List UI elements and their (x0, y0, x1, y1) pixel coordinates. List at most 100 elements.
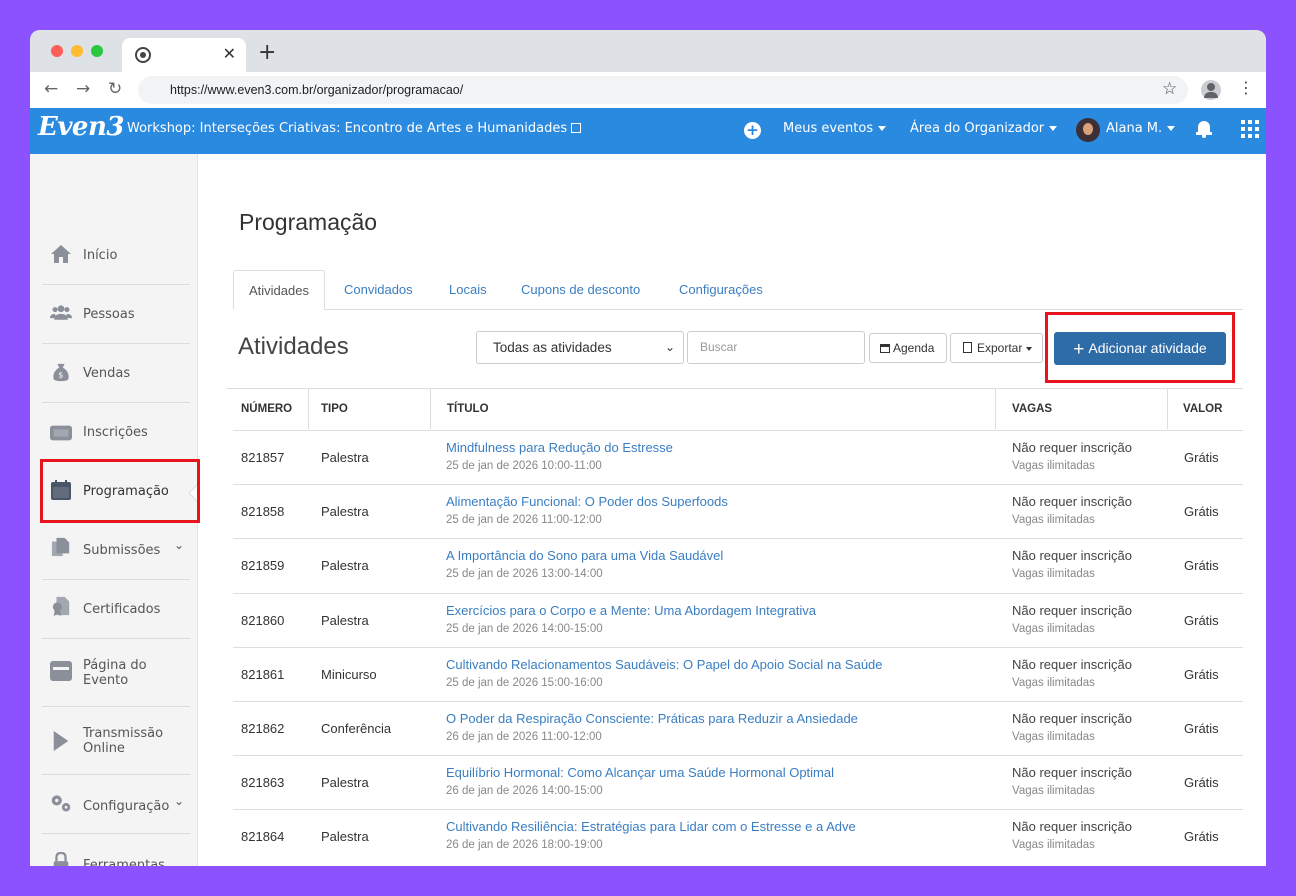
chevron-down-icon[interactable]: ⌄ (174, 538, 184, 552)
money-bag-icon: $ (53, 363, 69, 382)
reload-icon[interactable]: ↻ (108, 79, 122, 99)
exportar-button[interactable]: Exportar (950, 333, 1043, 363)
cell-date: 25 de jan de 2026 10:00-11:00 (446, 460, 602, 472)
bookmark-star-icon[interactable]: ☆ (1162, 79, 1177, 99)
new-tab-icon[interactable]: + (258, 40, 276, 65)
cell-numero: 821857 (241, 450, 285, 465)
cell-tipo: Conferência (321, 721, 392, 736)
close-window-dot[interactable] (51, 45, 63, 57)
browser-tab[interactable]: ✕ (122, 38, 246, 72)
play-icon (53, 731, 69, 751)
search-input[interactable]: Buscar (687, 331, 865, 364)
table-row[interactable]: 821861 Minicurso Cultivando Relacionamento… (233, 646, 1243, 701)
tab-bar: Atividades Convidados Locais Cupons de d… (233, 270, 1243, 310)
activity-title-link[interactable]: Exercícios para o Corpo e a Mente: Uma A… (446, 603, 816, 618)
cell-vagas: Não requer inscrição (1012, 602, 1132, 618)
tab-configuracoes[interactable]: Configurações (664, 270, 778, 310)
tab-convidados[interactable]: Convidados (329, 270, 428, 310)
table-row[interactable]: 821859 Palestra A Importância do Sono para… (233, 538, 1243, 592)
cell-numero: 821864 (241, 829, 285, 845)
highlight-add-activity (1045, 312, 1235, 383)
activity-title-link[interactable]: Cultivando Relacionamentos Saudáveis: O … (446, 657, 883, 672)
sidebar-item-submissoes[interactable]: Submissões ⌄ (42, 521, 190, 580)
sidebar-item-label: Vendas (83, 366, 131, 381)
browser-menu-icon[interactable]: ⋮ (1238, 78, 1254, 97)
cell-vagas: Não requer inscrição (1012, 494, 1132, 510)
filter-selected-value: Todas as atividades (493, 340, 612, 355)
address-bar-row: ← → ↻ https://www.even3.com.br/organizad… (30, 72, 1266, 108)
tab-cupons[interactable]: Cupons de desconto (506, 270, 655, 310)
sidebar-item-label: Página do (83, 658, 147, 673)
caret-down-icon (878, 126, 887, 131)
back-icon[interactable]: ← (44, 79, 58, 99)
browser-window: ✕ + ← → ↻ https://www.even3.com.br/organ… (30, 30, 1266, 866)
maximize-window-dot[interactable] (91, 45, 103, 57)
activity-title-link[interactable]: Cultivando Resiliência: Estratégias para… (446, 819, 856, 834)
table-header: NÚMERO TIPO TÍTULO VAGAS VALOR (226, 388, 1243, 429)
cell-numero: 821859 (241, 558, 285, 574)
table-row[interactable]: 821857 Palestra Mindfulness para Redução d… (233, 430, 1243, 484)
table-row[interactable]: 821858 Palestra Alimentação Funcional: O P… (233, 484, 1243, 538)
cell-vagas-sub: Vagas ilimitadas (1012, 676, 1095, 689)
event-title-link[interactable]: Workshop: Interseções Criativas: Encontr… (127, 121, 582, 136)
cell-date: 26 de jan de 2026 11:00-12:00 (446, 731, 602, 743)
excel-file-icon (963, 342, 972, 353)
cell-valor: Grátis (1184, 829, 1219, 845)
cell-tipo: Palestra (321, 775, 369, 791)
bell-icon[interactable] (1196, 120, 1212, 138)
url-input[interactable]: https://www.even3.com.br/organizador/pro… (138, 76, 1188, 104)
activity-title-link[interactable]: Equilíbrio Hormonal: Como Alcançar uma S… (446, 765, 834, 780)
sidebar-item-vendas[interactable]: $ Vendas (42, 344, 190, 403)
main-content: Programação Atividades Convidados Locais… (199, 154, 1266, 866)
cell-vagas-sub: Vagas ilimitadas (1012, 622, 1095, 635)
table-row[interactable]: 821863 Palestra Equilíbrio Hormonal: Como … (233, 755, 1243, 809)
minimize-window-dot[interactable] (71, 45, 83, 57)
activity-title-link[interactable]: A Importância do Sono para uma Vida Saud… (446, 548, 723, 563)
sidebar-item-ferramentas[interactable]: Ferramentas (42, 834, 190, 866)
cell-valor: Grátis (1184, 775, 1219, 791)
sidebar-item-label: Pessoas (83, 307, 135, 322)
meus-eventos-menu[interactable]: Meus eventos (783, 121, 887, 136)
plus-circle-icon[interactable]: + (744, 122, 761, 139)
activity-title-link[interactable]: Mindfulness para Redução do Estresse (446, 440, 673, 455)
sidebar-item-label: Configuração (83, 799, 170, 814)
sidebar-item-pagina-evento[interactable]: Página do Evento (42, 639, 190, 707)
sidebar-item-inicio[interactable]: Início (42, 226, 190, 285)
cell-vagas: Não requer inscrição (1012, 765, 1132, 781)
tab-atividades[interactable]: Atividades (233, 270, 325, 310)
cell-numero: 821861 (241, 666, 285, 682)
sidebar-item-pessoas[interactable]: Pessoas (42, 285, 190, 344)
sidebar-item-configuracao[interactable]: Configuração ⌄ (42, 775, 190, 834)
sidebar-item-inscricoes[interactable]: Inscrições (42, 403, 190, 462)
chevron-down-icon[interactable]: ⌄ (174, 794, 184, 808)
browser-profile-icon[interactable] (1201, 80, 1221, 100)
user-menu[interactable]: Alana M. (1106, 121, 1176, 136)
avatar[interactable] (1076, 118, 1100, 142)
activity-title-link[interactable]: Alimentação Funcional: O Poder dos Super… (446, 494, 728, 509)
apps-grid-icon[interactable] (1241, 120, 1259, 138)
caret-down-icon (1167, 126, 1176, 131)
forward-icon[interactable]: → (76, 79, 90, 99)
activity-title-link[interactable]: O Poder da Respiração Consciente: Prátic… (446, 711, 858, 726)
cell-vagas-sub: Vagas ilimitadas (1012, 460, 1095, 472)
sidebar-item-label: Transmissão (83, 726, 164, 741)
cell-date: 25 de jan de 2026 15:00-16:00 (446, 676, 603, 689)
agenda-button[interactable]: Agenda (869, 333, 947, 363)
close-tab-icon[interactable]: ✕ (223, 44, 236, 63)
cell-vagas-sub: Vagas ilimitadas (1012, 514, 1095, 527)
cell-tipo: Palestra (321, 450, 369, 465)
table-row[interactable]: 821862 Conferência O Poder da Respiração C… (233, 701, 1243, 755)
tab-locais[interactable]: Locais (434, 270, 502, 310)
even3-logo[interactable]: Even3 (38, 112, 124, 142)
event-title-text: Workshop: Interseções Criativas: Encontr… (127, 121, 568, 136)
caret-down-icon (1026, 346, 1033, 351)
sidebar-item-label: Início (83, 248, 118, 263)
cell-tipo: Minicurso (321, 666, 377, 682)
sidebar-item-transmissao[interactable]: Transmissão Online (42, 707, 190, 775)
sidebar-item-label-line2: Online (83, 741, 125, 756)
sidebar-item-certificados[interactable]: Certificados (42, 580, 190, 639)
area-organizador-menu[interactable]: Área do Organizador (910, 121, 1058, 136)
table-row[interactable]: 821860 Palestra Exercícios para o Corpo e … (233, 592, 1243, 647)
activity-filter-select[interactable]: Todas as atividades ⌄ (476, 331, 684, 364)
table-row[interactable]: 821864 Palestra Cultivando Resiliência: Es… (233, 809, 1243, 863)
